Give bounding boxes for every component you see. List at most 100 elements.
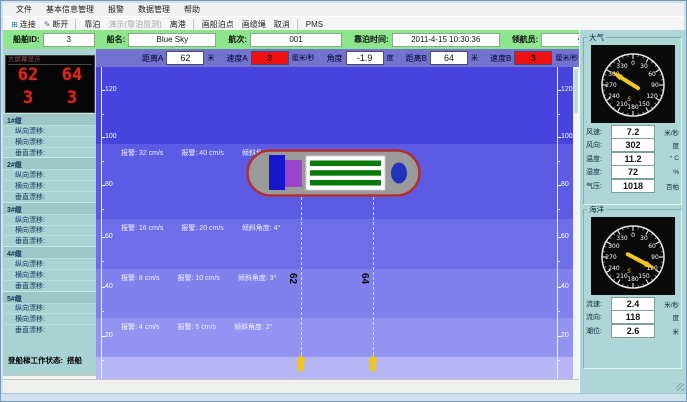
weather-row-value[interactable]: 302 — [611, 138, 655, 152]
ocean-row: 流速: 2.4 米/秒 — [586, 297, 679, 311]
weather-row-value[interactable]: 1018 — [611, 179, 655, 193]
info-field-label: 领航员: — [512, 34, 539, 45]
weather-row: 风向: 302 度 — [586, 139, 679, 153]
measure-value[interactable]: -1.9 — [346, 51, 384, 65]
mooring-distance-value: 64 — [359, 273, 370, 284]
measure-label: 距离A — [142, 53, 163, 64]
ship-graphic — [246, 149, 421, 197]
cable-group: 2#缆 纵向漂移: 横向漂移: 垂直漂移: — [3, 157, 96, 201]
toolbar-button[interactable]: 画船泊点 — [198, 19, 238, 30]
gangway-status: 登船梯工作状态: 搭船 — [3, 351, 96, 369]
weather-row: 风速: 7.2 米/秒 — [586, 125, 679, 139]
cable-group-header: 5#缆 — [3, 291, 96, 303]
info-field: 靠泊时间: 2011-4-15 10:30:36 — [354, 33, 500, 47]
toolbar-button[interactable]: PMS — [302, 20, 327, 29]
info-field: 船舶ID: 3 — [13, 33, 95, 47]
measurement-bar: 距离A 62 米 速度A 3 厘米/秒 角度 -1.9 度 距离B 64 米 速… — [96, 49, 579, 67]
toolbar-button-label: 断开 — [52, 19, 68, 30]
toolbar-button[interactable]: 画缆绳 — [238, 19, 270, 30]
weather-rows: 风速: 7.2 米/秒 风向: 302 度 温度: 11.2 ° C — [584, 125, 681, 193]
svg-text:240: 240 — [608, 93, 620, 100]
svg-text:0: 0 — [631, 60, 635, 67]
cable-drift-label: 纵向漂移: — [3, 214, 96, 225]
axis-tick-label: 120 — [105, 86, 117, 93]
alarm-speed-a: 报警: 4 cm/s — [121, 322, 160, 332]
info-field-value[interactable]: 2011-4-15 10:30:36 — [392, 33, 500, 47]
weather-row-value[interactable]: 72 — [611, 165, 655, 179]
ocean-row-value[interactable]: 2.6 — [611, 324, 655, 338]
cable-drift-label: 纵向漂移: — [3, 303, 96, 314]
alarm-threshold-row: 报警: 8 cm/s 报警: 10 cm/s 倾斜角度: 3° — [121, 273, 277, 283]
svg-text:60: 60 — [648, 243, 656, 250]
cable-drift-label: 垂直漂移: — [3, 147, 96, 158]
cable-group-list: 1#缆 纵向漂移: 横向漂移: 垂直漂移: 2#缆 纵向漂移: 横向漂移: — [3, 113, 96, 335]
measure-value[interactable]: 3 — [251, 51, 289, 65]
ocean-group: 海洋 0306090120150180210240270300330S 流速: … — [583, 209, 682, 369]
toolbar-button[interactable]: ✎ 断开 — [40, 19, 77, 30]
measure-unit: 度 — [387, 53, 394, 63]
cable-drift-label: 纵向漂移: — [3, 258, 96, 269]
led-speed-a: 3 — [6, 87, 50, 110]
menu-item[interactable]: 数据管理 — [131, 4, 177, 15]
measure-label: 距离B — [406, 53, 427, 64]
weather-row-value[interactable]: 11.2 — [611, 152, 655, 166]
weather-row-value[interactable]: 7.2 — [611, 125, 655, 139]
cable-group: 4#缆 纵向漂移: 横向漂移: 垂直漂移: — [3, 246, 96, 290]
menu-item[interactable]: 报警 — [101, 4, 131, 15]
menu-item[interactable]: 基本信息管理 — [39, 4, 101, 15]
weather-row-label: 温度: — [586, 154, 611, 164]
cable-group: 5#缆 纵向漂移: 横向漂移: 垂直漂移: — [3, 291, 96, 335]
sidebar: 大屏幕显示 62 64 3 3 1#缆 纵向漂移: 横向漂移: 垂直漂移: — [3, 49, 96, 393]
toolbar-button[interactable]: ⊞ 连接 — [7, 19, 40, 30]
cable-drift-label: 纵向漂移: — [3, 169, 96, 180]
axis-tick-label: 60 — [561, 233, 569, 240]
led-distance-b: 64 — [50, 64, 94, 87]
toolbar-button[interactable]: 离港 — [166, 19, 194, 30]
svg-text:60: 60 — [648, 71, 656, 78]
led-distance-a: 62 — [6, 64, 50, 87]
weather-row-label: 风向: — [586, 140, 611, 150]
gangway-status-label: 登船梯工作状态: — [8, 355, 63, 366]
cable-group: 1#缆 纵向漂移: 横向漂移: 垂直漂移: — [3, 113, 96, 157]
menu-item[interactable]: 帮助 — [177, 4, 207, 15]
svg-text:270: 270 — [605, 254, 617, 261]
info-field-value[interactable]: Blue Sky — [128, 33, 216, 47]
weather-row-unit: ° C — [655, 155, 679, 162]
menu-item[interactable]: 文件 — [9, 4, 39, 15]
alarm-threshold-row: 报警: 16 cm/s 报警: 20 cm/s 倾斜角度: 4° — [121, 223, 280, 233]
ocean-row-unit: 米/秒 — [655, 299, 679, 309]
ocean-row-unit: 度 — [655, 312, 679, 322]
led-speed-b: 3 — [50, 87, 94, 110]
status-strip — [3, 379, 579, 394]
deck-stripe — [310, 161, 381, 167]
resize-grip[interactable] — [676, 383, 684, 391]
measure-unit: 厘米/秒 — [555, 53, 578, 63]
ocean-row: 潮位: 2.6 米 — [586, 324, 679, 338]
info-field-value[interactable]: 001 — [250, 33, 342, 47]
info-field-label: 船舶ID: — [13, 34, 40, 45]
alarm-speed-b: 报警: 10 cm/s — [178, 273, 220, 283]
ocean-row-value[interactable]: 118 — [611, 310, 655, 324]
alarm-speed-a: 报警: 16 cm/s — [121, 223, 163, 233]
info-field-value[interactable]: 3 — [43, 33, 95, 47]
toolbar-button[interactable]: 靠泊 — [80, 19, 104, 30]
chart-scrollbar-thumb[interactable] — [574, 69, 578, 113]
alarm-threshold-row: 报警: 4 cm/s 报警: 5 cm/s 倾斜角度: 2° — [121, 322, 273, 332]
mooring-distance-value: 62 — [287, 273, 298, 284]
cable-drift-label: 垂直漂移: — [3, 191, 96, 202]
measure-value[interactable]: 62 — [166, 51, 204, 65]
mooring-dashed-line — [301, 197, 302, 355]
disconnect-icon: ✎ — [44, 20, 51, 29]
toolbar-button[interactable]: 取消 — [270, 19, 298, 30]
measure-label: 速度A — [226, 53, 247, 64]
ocean-row-value[interactable]: 2.4 — [611, 297, 655, 311]
ocean-row-label: 流速: — [586, 299, 611, 309]
deck-stripe — [310, 180, 381, 186]
axis-tick-label: 120 — [561, 86, 573, 93]
ship-bow-ellipse — [391, 163, 407, 184]
measure-value[interactable]: 64 — [430, 51, 468, 65]
cable-group: 3#缆 纵向漂移: 横向漂移: 垂直漂移: — [3, 202, 96, 246]
current-direction-gauge: 0306090120150180210240270300330S — [591, 217, 675, 295]
measure-value[interactable]: 3 — [514, 51, 552, 65]
svg-text:150: 150 — [638, 273, 650, 280]
